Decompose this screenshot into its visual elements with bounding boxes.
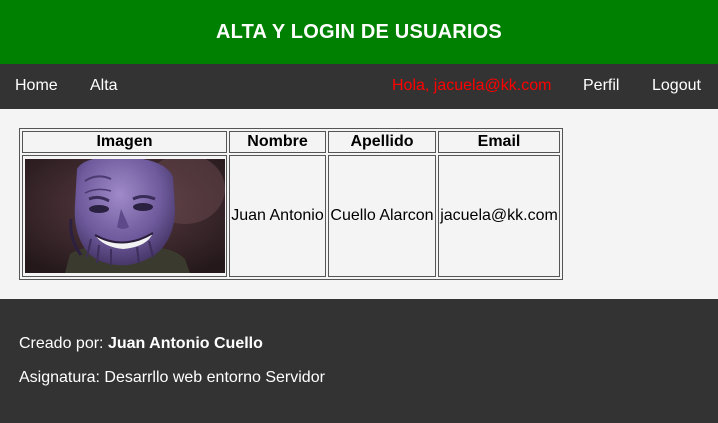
- cell-imagen: [22, 155, 227, 277]
- nav-alta-link[interactable]: Alta: [90, 77, 118, 95]
- nav-logout-link[interactable]: Logout: [652, 77, 701, 95]
- footer-author: Juan Antonio Cuello: [107, 335, 263, 352]
- nav-home-link[interactable]: Home: [15, 77, 58, 95]
- user-greeting: Hola, jacuela@kk.com: [392, 77, 552, 94]
- column-header-apellido: Apellido: [328, 131, 436, 153]
- table-header-row: Imagen Nombre Apellido Email: [22, 131, 560, 153]
- site-footer: Creado por: Juan Antonio Cuello Asignatu…: [0, 299, 718, 423]
- nav-perfil-link[interactable]: Perfil: [583, 77, 619, 95]
- footer-subject: Asignatura: Desarrllo web entorno Servid…: [19, 369, 325, 386]
- column-header-imagen: Imagen: [22, 131, 227, 153]
- footer-created-by: Creado por: Juan Antonio Cuello: [19, 335, 263, 353]
- cell-email: jacuela@kk.com: [438, 155, 560, 277]
- cell-nombre: Juan Antonio: [229, 155, 326, 277]
- column-header-email: Email: [438, 131, 560, 153]
- cell-apellido: Cuello Alarcon: [328, 155, 436, 277]
- users-table: Imagen Nombre Apellido Email Juan Antoni…: [19, 128, 563, 280]
- user-avatar-image: [24, 159, 225, 273]
- main-content: Imagen Nombre Apellido Email Juan Antoni…: [0, 109, 718, 299]
- footer-created-label: Creado por:: [19, 335, 108, 352]
- page-title: ALTA Y LOGIN DE USUARIOS: [216, 20, 502, 43]
- site-header: ALTA Y LOGIN DE USUARIOS: [0, 0, 718, 64]
- table-row: Juan Antonio Cuello Alarcon jacuela@kk.c…: [22, 155, 560, 277]
- nav-bar: Home Alta Hola, jacuela@kk.com Perfil Lo…: [0, 64, 718, 109]
- column-header-nombre: Nombre: [229, 131, 326, 153]
- thanos-avatar-icon: [24, 159, 225, 273]
